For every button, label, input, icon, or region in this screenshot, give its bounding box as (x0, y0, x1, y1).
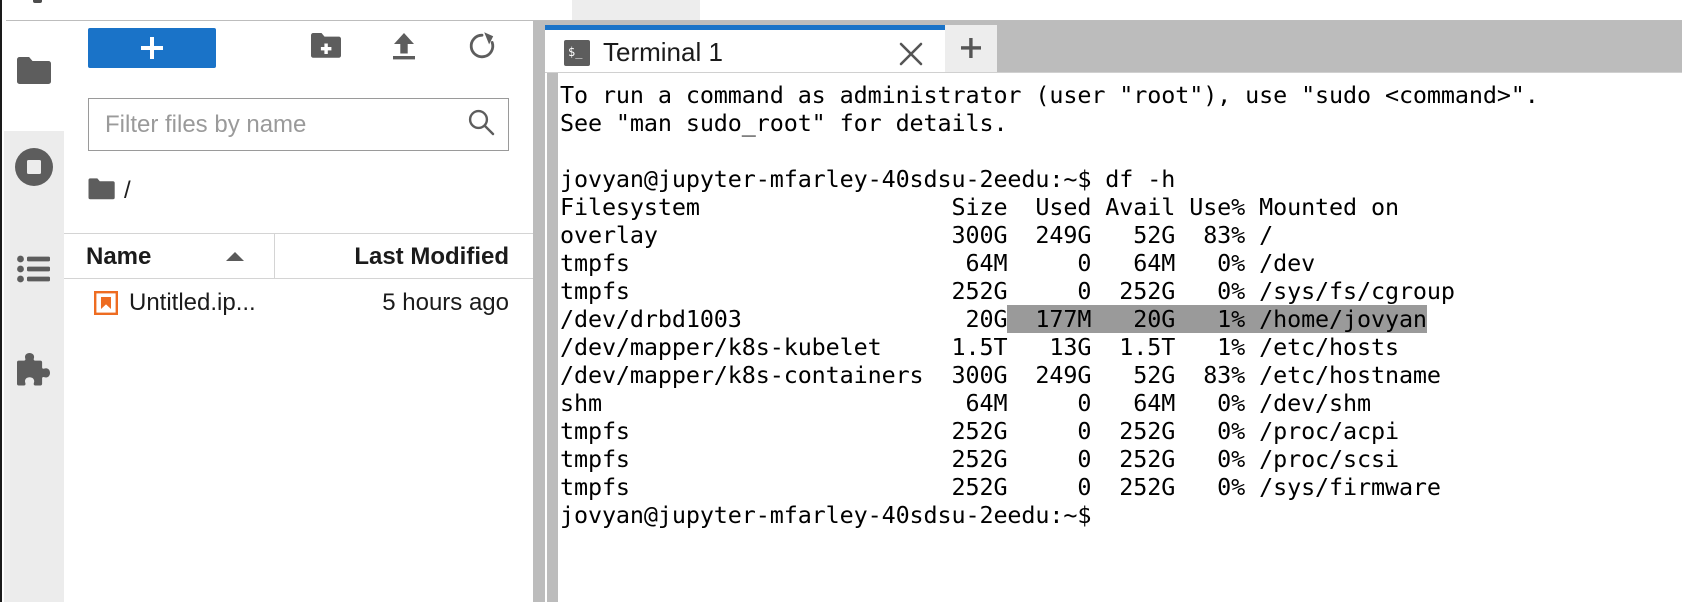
column-header-last-modified-label: Last Modified (354, 242, 509, 270)
column-header-last-modified[interactable]: Last Modified (275, 234, 533, 279)
notebook-icon (94, 290, 119, 315)
tab-label: Terminal 1 (603, 37, 723, 67)
column-header-name-label: Name (86, 242, 152, 270)
list-item-modified: 5 hours ago (382, 288, 509, 316)
top-menu-strip (0, 0, 1682, 21)
terminal-body[interactable]: To run a command as administrator (user … (545, 72, 1682, 602)
filter-files-container (88, 98, 509, 151)
dock-tabbar: $_ Terminal 1 (545, 21, 1682, 80)
terminal-scrollbar[interactable] (547, 73, 558, 602)
window-left-edge (0, 0, 6, 21)
search-input[interactable] (105, 110, 466, 139)
filter-files-box[interactable] (88, 98, 509, 151)
terminal-line: tmpfs 64M 0 64M 0% /dev (560, 249, 1316, 277)
list-icon (17, 254, 51, 284)
sidebar-item-file-browser[interactable] (2, 39, 66, 103)
terminal-line: Filesystem Size Used Avail Use% Mounted … (560, 193, 1399, 221)
new-tab-button[interactable] (945, 25, 997, 75)
terminal-selected-text: 177M 20G 1% /home/jovyan (1007, 305, 1427, 333)
menu-overflow-icon[interactable] (33, 0, 42, 3)
puzzle-piece-icon (14, 351, 54, 391)
file-browser-toolbar (64, 21, 533, 96)
sidebar-item-extension-manager[interactable] (2, 339, 66, 403)
terminal-line: shm 64M 0 64M 0% /dev/shm (560, 389, 1371, 417)
refresh-button[interactable] (462, 28, 502, 68)
close-icon[interactable] (897, 40, 925, 68)
active-tab-indicator (545, 25, 945, 30)
upload-files-button[interactable] (384, 28, 424, 68)
panel-splitter[interactable] (533, 21, 545, 602)
new-folder-icon (310, 32, 342, 64)
sidebar-rail (0, 21, 66, 602)
sidebar-item-running-sessions[interactable] (2, 135, 66, 199)
breadcrumb-path: / (124, 177, 131, 204)
terminal-line: /dev/drbd1003 20G 177M 20G 1% /home/jovy… (560, 305, 1682, 333)
inactive-tab-sliver[interactable] (572, 0, 700, 20)
terminal-line: jovyan@jupyter-mfarley-40sdsu-2eedu:~$ (560, 501, 1092, 529)
terminal-line: To run a command as administrator (user … (560, 81, 1539, 109)
main-dock-area: $_ Terminal 1 To run a command as admini… (545, 21, 1682, 602)
refresh-icon (467, 31, 497, 66)
list-item[interactable]: Untitled.ip... 5 hours ago (64, 280, 533, 325)
terminal-line: tmpfs 252G 0 252G 0% /sys/fs/cgroup (560, 277, 1455, 305)
plus-icon (139, 35, 165, 61)
terminal-line: tmpfs 252G 0 252G 0% /proc/acpi (560, 417, 1399, 445)
breadcrumb[interactable]: / (88, 171, 131, 211)
terminal-line: tmpfs 252G 0 252G 0% /proc/scsi (560, 445, 1399, 473)
terminal-output: To run a command as administrator (user … (560, 81, 1682, 529)
file-list-header: Name Last Modified (64, 233, 533, 279)
plus-icon (959, 36, 983, 65)
file-browser-panel: / Name Last Modified Untitled.ip... 5 ho… (64, 21, 533, 602)
terminal-line: tmpfs 252G 0 252G 0% /sys/firmware (560, 473, 1441, 501)
terminal-line: See "man sudo_root" for details. (560, 109, 1008, 137)
terminal-line: jovyan@jupyter-mfarley-40sdsu-2eedu:~$ d… (560, 165, 1176, 193)
jupyterlab-window: / Name Last Modified Untitled.ip... 5 ho… (0, 0, 1682, 602)
sidebar-item-table-of-contents[interactable] (2, 237, 66, 301)
new-launcher-button[interactable] (88, 28, 216, 68)
terminal-line-text: /dev/drbd1003 20G (560, 305, 1008, 333)
terminal-line: /dev/mapper/k8s-containers 300G 249G 52G… (560, 361, 1441, 389)
stop-circle-icon (14, 147, 54, 187)
svg-text:$_: $_ (568, 45, 583, 59)
folder-icon (16, 56, 52, 86)
upload-icon (389, 31, 419, 66)
list-item-name: Untitled.ip... (129, 288, 256, 316)
terminal-line: /dev/mapper/k8s-kubelet 1.5T 13G 1.5T 1%… (560, 333, 1399, 361)
new-folder-button[interactable] (306, 28, 346, 68)
tabbar-empty-area (700, 0, 1682, 20)
column-header-name[interactable]: Name (64, 234, 275, 279)
terminal-icon: $_ (564, 39, 590, 66)
breadcrumb-folder-icon (88, 177, 115, 205)
sort-ascending-icon (226, 252, 244, 261)
search-icon[interactable] (466, 107, 496, 142)
terminal-line: overlay 300G 249G 52G 83% / (560, 221, 1274, 249)
